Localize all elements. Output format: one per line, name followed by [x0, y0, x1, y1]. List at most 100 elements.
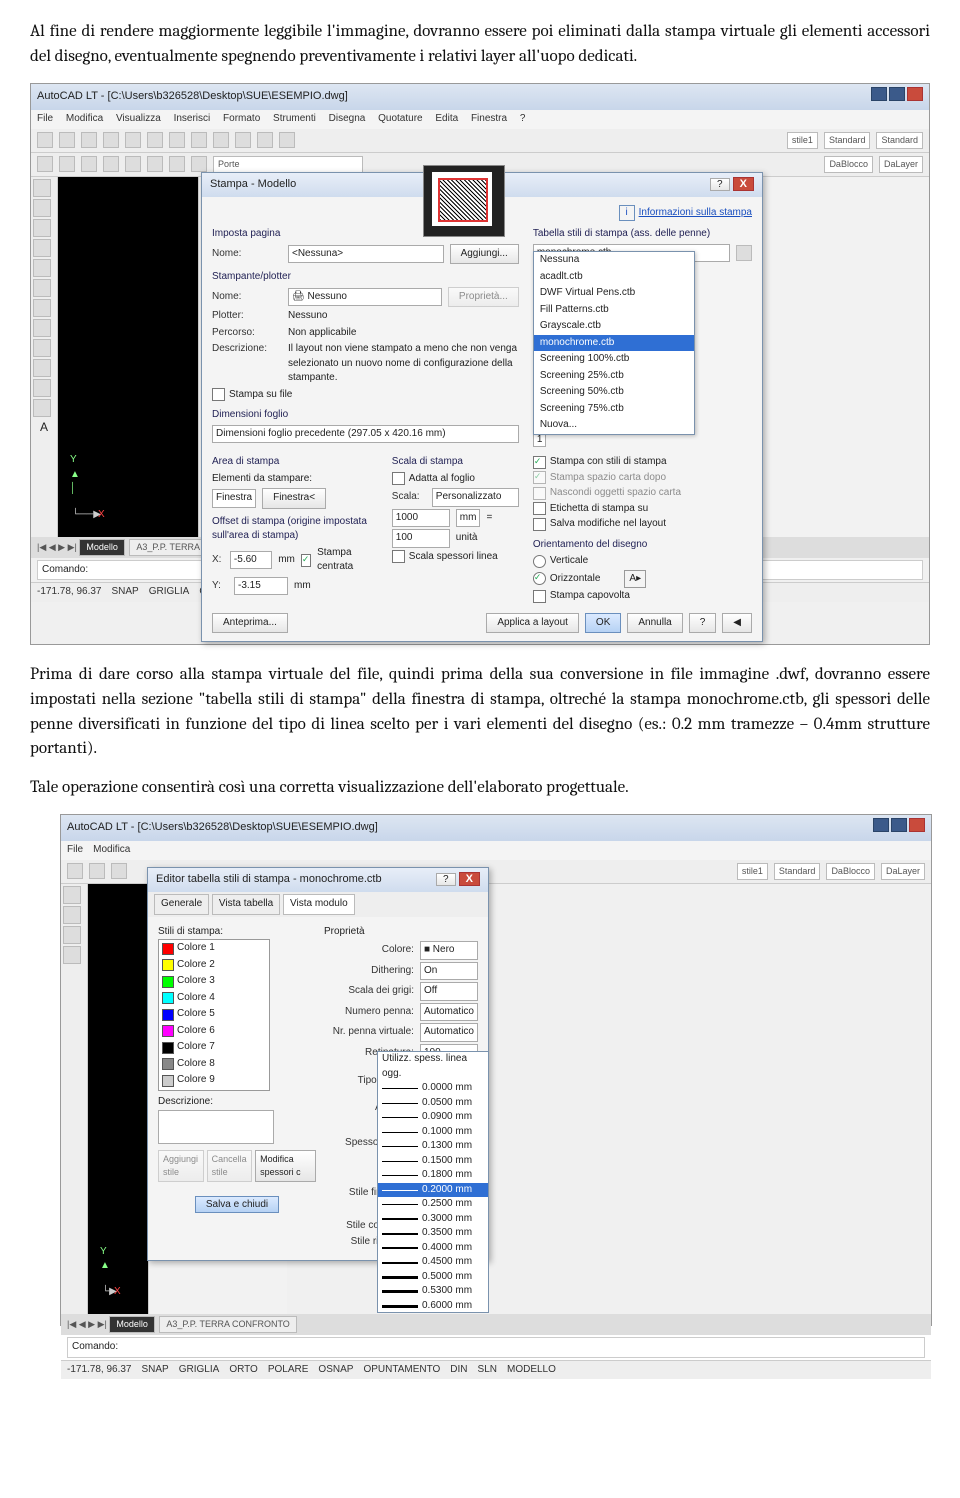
style-selector[interactable]: stile1 — [787, 132, 818, 149]
tool-icon[interactable] — [33, 239, 51, 257]
chk-stili-2[interactable] — [502, 1070, 515, 1083]
toolbar-icon[interactable] — [59, 156, 75, 172]
toolbar-icon[interactable] — [279, 132, 295, 148]
dd-opt-nuova[interactable]: Nuova... — [534, 417, 694, 434]
close-icon[interactable]: X — [733, 177, 754, 191]
window-controls[interactable] — [869, 87, 923, 107]
toolbar-icon[interactable] — [169, 156, 185, 172]
color-dablocco[interactable]: DaBlocco — [824, 156, 873, 173]
toolbar-icon[interactable] — [213, 132, 229, 148]
menu-disegna[interactable]: Disegna — [329, 113, 366, 124]
tool-icon[interactable] — [33, 259, 51, 277]
aggiungi-button[interactable]: Aggiungi... — [450, 244, 519, 265]
app-menubar-2[interactable]: FileModifica — [61, 841, 931, 860]
dialog-help-icon[interactable]: ? — [710, 178, 730, 191]
toolbar-icon[interactable] — [191, 132, 207, 148]
scale-numerator-input[interactable]: 1000 — [392, 509, 450, 528]
prop-colore-select[interactable]: ■ Nero — [420, 941, 478, 960]
status-snap[interactable]: SNAP — [112, 585, 139, 600]
left-tool-palette-2[interactable] — [61, 884, 88, 1314]
dd-opt-fill[interactable]: Fill Patterns.ctb — [534, 302, 694, 319]
menu-finestra[interactable]: Finestra — [471, 113, 507, 124]
command-line-2[interactable]: Comando: — [67, 1337, 925, 1358]
tool-icon[interactable] — [63, 906, 81, 924]
window-controls-2[interactable] — [871, 818, 925, 838]
toolbar-icon[interactable] — [191, 156, 207, 172]
tool-icon[interactable] — [33, 339, 51, 357]
salva-chiudi-button[interactable]: Salva e chiudi — [195, 1196, 279, 1213]
toolbar-icon[interactable] — [169, 132, 185, 148]
linetype-dalayer[interactable]: DaLayer — [879, 156, 923, 173]
dd-opt-acadlt[interactable]: acadlt.ctb — [534, 269, 694, 286]
dd-opt-s25[interactable]: Screening 25%.ctb — [534, 368, 694, 385]
plot-info-link[interactable]: Informazioni sulla stampa — [639, 207, 752, 218]
menu-file[interactable]: File — [37, 113, 53, 124]
dialog-help-icon[interactable]: ? — [436, 873, 456, 886]
tool-icon[interactable] — [63, 946, 81, 964]
modifica-spessori-button[interactable]: Modifica spessori c — [255, 1150, 316, 1182]
chk-etich-2[interactable] — [502, 1116, 515, 1129]
annulla-button-2[interactable]: Annulla — [639, 1222, 694, 1243]
dd-opt-s50[interactable]: Screening 50%.ctb — [534, 384, 694, 401]
tool-icon[interactable] — [33, 199, 51, 217]
plot-style-select-2[interactable]: monochrome.ctb — [502, 929, 584, 944]
close-icon[interactable]: X — [459, 872, 480, 886]
tool-text-a[interactable]: A — [33, 419, 55, 436]
menu-formato[interactable]: Formato — [223, 113, 260, 124]
toolbar-icon[interactable] — [81, 132, 97, 148]
layout-tabs-2[interactable]: |◀ ◀ ▶ ▶| Modello A3_P.P. TERRA CONFRONT… — [61, 1314, 931, 1335]
radio-oriz-2[interactable] — [502, 1185, 515, 1198]
radio-verticale[interactable] — [533, 555, 546, 568]
ok-button-2[interactable]: OK — [599, 1222, 635, 1243]
stampa-ombra-select[interactable]: Wireframe — [578, 967, 632, 986]
toolbar-icon[interactable] — [125, 132, 141, 148]
tool-icon[interactable] — [33, 279, 51, 297]
toolbar-icon[interactable] — [89, 863, 105, 879]
lw-header[interactable]: Utilizz. spess. linea ogg. — [378, 1052, 488, 1081]
drawing-canvas[interactable]: Y▲│ └──▶ X — [58, 177, 198, 537]
toolbar-icon[interactable] — [103, 156, 119, 172]
tool-icon[interactable] — [33, 399, 51, 417]
adatta-foglio-checkbox[interactable] — [392, 472, 405, 485]
app-menubar[interactable]: File Modifica Visualizza Inserisci Forma… — [31, 110, 929, 129]
chk-capovolta[interactable] — [533, 590, 546, 603]
menu-inserisci[interactable]: Inserisci — [174, 113, 211, 124]
scale-denominator-input[interactable]: 100 — [392, 529, 450, 548]
prop-dither-select[interactable]: On — [420, 962, 478, 981]
page-name-select[interactable]: <Nessuna> — [288, 245, 444, 264]
prop-npenna-input[interactable]: Automatico — [420, 1003, 478, 1022]
toolbar-icon[interactable] — [103, 132, 119, 148]
radio-orizzontale[interactable] — [533, 572, 546, 585]
dd-opt-gray[interactable]: Grayscale.ctb — [534, 318, 694, 335]
radio-vert-2[interactable] — [502, 1169, 515, 1182]
style-selector-2[interactable]: stile1 — [737, 863, 768, 880]
dd-opt-dwf[interactable]: DWF Virtual Pens.ctb — [534, 285, 694, 302]
tool-icon[interactable] — [33, 299, 51, 317]
descrizione-input[interactable] — [158, 1110, 274, 1144]
help-button-2[interactable]: ? — [698, 1222, 726, 1243]
toolbar-icon[interactable] — [37, 156, 53, 172]
toolbar-icon[interactable] — [37, 132, 53, 148]
plot-area-select[interactable]: Finestra — [212, 489, 256, 508]
dd-opt-nessuna[interactable]: Nessuna — [534, 252, 694, 269]
tab-vista-tabella[interactable]: Vista tabella — [212, 894, 280, 915]
standard-selector-2[interactable]: Standard — [876, 132, 923, 149]
standard-selector-1[interactable]: Standard — [824, 132, 871, 149]
chk-salva-2[interactable] — [502, 1132, 515, 1145]
offset-y-input[interactable]: -3.15 — [234, 577, 288, 596]
help-button[interactable]: ? — [689, 613, 717, 634]
tool-icon[interactable] — [33, 319, 51, 337]
toolbar-icon[interactable] — [67, 863, 83, 879]
toolbar-icon[interactable] — [147, 156, 163, 172]
finestra-button[interactable]: Finestra< — [262, 488, 326, 509]
dablocco-selector-2[interactable]: DaBlocco — [826, 863, 875, 880]
chk-capo-2[interactable] — [502, 1202, 515, 1215]
offset-x-input[interactable]: -5.60 — [230, 551, 272, 570]
dd-opt-s100[interactable]: Screening 100%.ctb — [534, 351, 694, 368]
menu-visualizza[interactable]: Visualizza — [116, 113, 161, 124]
prop-scgrigi-select[interactable]: Off — [420, 982, 478, 1001]
scale-unit-select[interactable]: mm — [456, 509, 481, 528]
plot-dialog-buttons[interactable]: ? X — [710, 177, 754, 193]
tab-modello-2[interactable]: Modello — [109, 1316, 155, 1333]
toolbar-icon[interactable] — [111, 863, 127, 879]
